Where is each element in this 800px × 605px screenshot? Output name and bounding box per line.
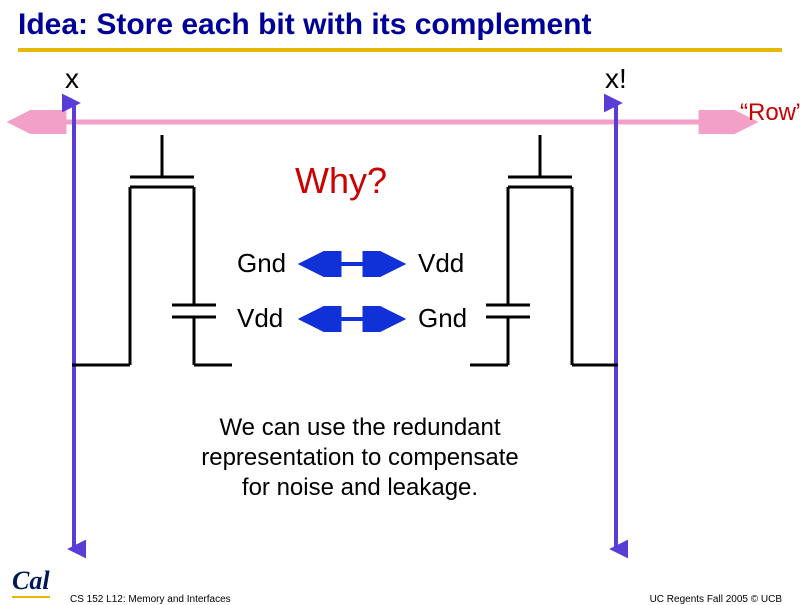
slide-title: Idea: Store each bit with its complement bbox=[0, 0, 800, 48]
label-gnd-right: Gnd bbox=[418, 303, 467, 334]
desc-line-1: We can use the redundant bbox=[219, 414, 500, 441]
arrow-gnd-vdd-top bbox=[292, 251, 412, 277]
label-why: Why? bbox=[295, 160, 387, 202]
desc-line-3: for noise and leakage. bbox=[242, 474, 478, 501]
row-arrow bbox=[0, 110, 800, 134]
diagram-stage: x x! “Row” Why? bbox=[0, 55, 800, 560]
cal-logo: Cal bbox=[12, 566, 50, 596]
desc-line-2: representation to compensate bbox=[201, 444, 519, 471]
cell-right-transistor-icon bbox=[450, 135, 630, 385]
title-underline bbox=[18, 48, 782, 52]
arrow-vdd-gnd-bottom bbox=[292, 306, 412, 332]
description: We can use the redundant representation … bbox=[170, 413, 550, 503]
label-vdd-left: Vdd bbox=[237, 303, 283, 334]
label-vdd-right: Vdd bbox=[418, 248, 464, 279]
cell-left-transistor-icon bbox=[72, 135, 252, 385]
label-gnd-left: Gnd bbox=[237, 248, 286, 279]
label-row: “Row” bbox=[740, 99, 800, 127]
